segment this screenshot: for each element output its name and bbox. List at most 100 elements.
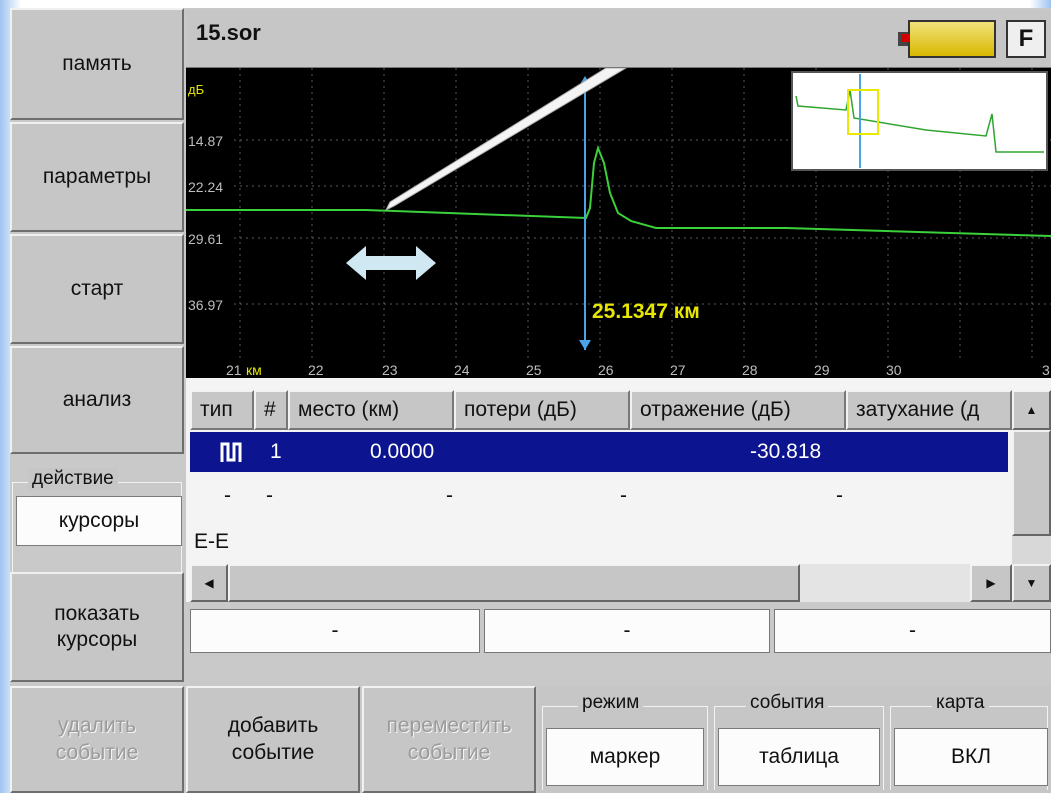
delete-event-button[interactable]: удалить событие	[10, 686, 184, 793]
column-header-reflection[interactable]: отражение (дБ)	[630, 390, 846, 430]
trace-plot[interactable]: дБ 14.87 22.24 29.61 36.97 21 км 22 23 2…	[186, 67, 1051, 378]
add-event-label: добавить событие	[228, 713, 319, 766]
stylus-icon	[384, 67, 628, 212]
event-loss: -	[620, 484, 627, 507]
delete-event-label: удалить событие	[56, 713, 139, 766]
title-bar: 15.sor F	[186, 10, 1051, 68]
events-group-label: события	[746, 692, 829, 714]
memory-button[interactable]: память	[10, 8, 184, 120]
x-unit-label: км	[246, 362, 262, 378]
delete-event-line2: событие	[55, 740, 139, 764]
add-event-line2: событие	[231, 740, 315, 764]
show-cursors-button[interactable]: показать курсоры	[10, 572, 184, 682]
event-type: E-E	[194, 530, 230, 553]
column-header-attenuation[interactable]: затухание (д	[846, 390, 1012, 430]
mode-value: маркер	[589, 745, 661, 768]
column-header-label: тип	[200, 398, 233, 421]
column-header-label: отражение (дБ)	[640, 398, 791, 421]
start-label: старт	[70, 276, 124, 300]
event-table[interactable]: тип # место (км) потери (дБ) отражение (…	[186, 378, 1051, 602]
table-row[interactable]: - - - - -	[190, 478, 1008, 518]
x-tick-label: 21	[226, 362, 242, 378]
event-location: -	[446, 484, 453, 507]
cursor-bottom-arrow-icon	[579, 340, 591, 350]
event-number: -	[266, 484, 273, 507]
action-selector[interactable]: курсоры	[16, 496, 182, 546]
horizontal-scroll-thumb[interactable]	[228, 564, 800, 602]
parameters-label: параметры	[42, 164, 152, 188]
event-type: -	[224, 484, 231, 507]
trace-chart[interactable]: дБ 14.87 22.24 29.61 36.97 21 км 22 23 2…	[186, 67, 1051, 378]
map-group-label: карта	[932, 692, 989, 714]
y-tick-label: 22.24	[188, 179, 223, 195]
show-cursors-line1: показать	[54, 601, 140, 625]
horizontal-scrollbar[interactable]: ◀ ▶	[190, 564, 1012, 602]
x-tick-label: 22	[308, 362, 324, 378]
right-arrow-icon: ▶	[986, 576, 996, 590]
vertical-scrollbar[interactable]: ▲	[1012, 390, 1051, 586]
y-tick-label: 29.61	[188, 231, 223, 247]
x-tick-label: 3	[1042, 362, 1050, 378]
column-header-location[interactable]: место (км)	[288, 390, 454, 430]
cursor-distance-readout: 25.1347 км	[592, 300, 700, 323]
x-tick-label: 28	[742, 362, 758, 378]
delete-event-line1: удалить	[57, 714, 137, 738]
battery-warning-icon	[902, 34, 910, 42]
file-name: 15.sor	[196, 20, 261, 45]
table-row-selected[interactable]: 1 0.0000 -30.818	[190, 432, 1008, 472]
y-tick-label: 36.97	[188, 297, 223, 313]
pan-arrow-icon	[346, 246, 436, 280]
x-tick-label: 29	[814, 362, 830, 378]
function-key-label: F	[1018, 25, 1034, 52]
cursor-value: -	[623, 619, 631, 642]
battery-icon	[908, 20, 996, 58]
event-location: 0.0000	[370, 440, 435, 463]
down-arrow-icon: ▼	[1025, 576, 1038, 590]
show-cursors-label: показать курсоры	[54, 601, 140, 654]
events-view-value: таблица	[759, 745, 839, 768]
mode-group-label: режим	[578, 692, 644, 714]
column-header-number[interactable]: #	[254, 390, 288, 430]
scroll-left-button[interactable]: ◀	[190, 564, 228, 602]
function-key-button[interactable]: F	[1006, 20, 1046, 58]
move-event-button[interactable]: переместить событие	[362, 686, 536, 793]
cursor-value-box: -	[484, 609, 770, 653]
map-value: ВКЛ	[950, 745, 992, 768]
x-tick-label: 24	[454, 362, 470, 378]
start-button[interactable]: старт	[10, 234, 184, 344]
x-tick-label: 25	[526, 362, 542, 378]
parameters-button[interactable]: параметры	[10, 122, 184, 232]
move-event-label: переместить событие	[387, 713, 512, 766]
mode-selector[interactable]: маркер	[546, 728, 704, 786]
action-value: курсоры	[58, 509, 140, 532]
event-reflection: -	[836, 484, 843, 507]
column-header-type[interactable]: тип	[190, 390, 254, 430]
x-tick-label: 23	[382, 362, 398, 378]
move-event-line2: событие	[407, 740, 491, 764]
event-number: 1	[270, 440, 282, 463]
move-event-line1: переместить	[386, 714, 512, 738]
cursor-value-box: -	[190, 609, 480, 653]
add-event-button[interactable]: добавить событие	[186, 686, 360, 793]
column-header-label: #	[264, 398, 276, 421]
map-toggle[interactable]: ВКЛ	[894, 728, 1048, 786]
memory-label: память	[62, 51, 132, 75]
scroll-down-button[interactable]: ▼	[1012, 564, 1051, 602]
vertical-scroll-thumb[interactable]	[1012, 430, 1051, 536]
action-group-label: действие	[28, 468, 118, 490]
y-tick-label: 14.87	[188, 133, 223, 149]
events-view-selector[interactable]: таблица	[718, 728, 880, 786]
table-row[interactable]: E-E	[190, 522, 1008, 562]
analysis-button[interactable]: анализ	[10, 346, 184, 454]
overview-map[interactable]	[791, 71, 1048, 171]
cursor-value: -	[909, 619, 916, 642]
scroll-right-button[interactable]: ▶	[970, 564, 1012, 602]
analysis-label: анализ	[62, 387, 132, 411]
event-reflection: -30.818	[750, 440, 822, 463]
up-arrow-icon: ▲	[1025, 403, 1038, 417]
cursor-value: -	[331, 619, 339, 642]
scroll-up-button[interactable]: ▲	[1012, 390, 1051, 430]
left-arrow-icon: ◀	[204, 576, 214, 590]
column-header-loss[interactable]: потери (дБ)	[454, 390, 630, 430]
column-header-label: затухание (д	[856, 398, 980, 421]
